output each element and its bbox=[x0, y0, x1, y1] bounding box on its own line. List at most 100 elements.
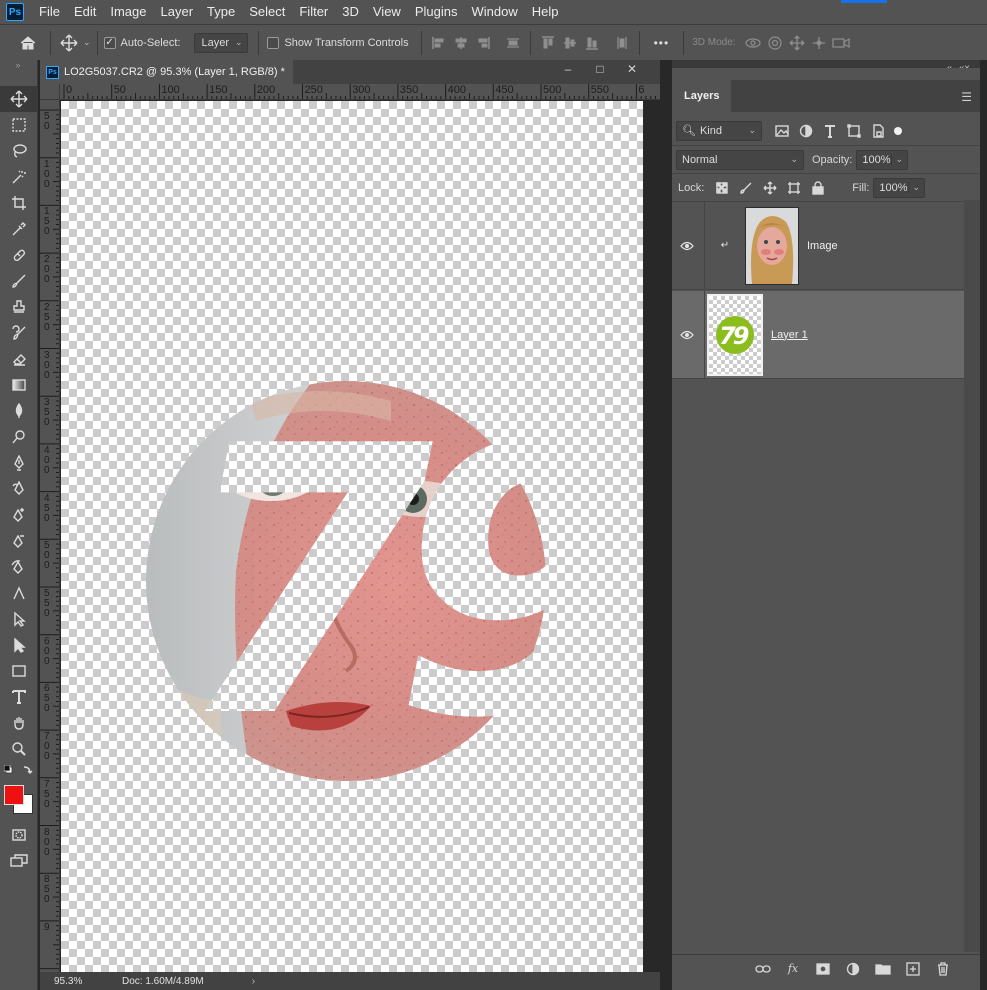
move-tool-preset-icon[interactable] bbox=[57, 31, 81, 55]
lock-position-icon[interactable] bbox=[758, 177, 782, 199]
quick-mask-icon[interactable] bbox=[0, 822, 38, 848]
align-right-icon[interactable] bbox=[472, 32, 494, 54]
delete-layer-icon[interactable] bbox=[932, 958, 954, 980]
auto-select-dropdown[interactable]: Layer ⌄ bbox=[194, 32, 249, 53]
layers-panel-scrollbar[interactable] bbox=[964, 200, 980, 952]
align-bottom-icon[interactable] bbox=[581, 32, 603, 54]
canvas-transparent[interactable]: 79 bbox=[61, 101, 643, 972]
align-middle-v-icon[interactable] bbox=[559, 32, 581, 54]
lock-artboard-icon[interactable] bbox=[782, 177, 806, 199]
more-options-button[interactable]: ••• bbox=[654, 36, 670, 50]
menu-3d[interactable]: 3D bbox=[335, 0, 366, 24]
rectangle-tool[interactable] bbox=[0, 658, 38, 684]
menu-edit[interactable]: Edit bbox=[67, 0, 103, 24]
gradient-tool[interactable] bbox=[0, 372, 38, 398]
eyedropper-tool[interactable] bbox=[0, 216, 38, 242]
filter-toggle[interactable] bbox=[894, 126, 902, 135]
convert-point-tool[interactable] bbox=[0, 580, 38, 606]
visibility-eye-icon[interactable] bbox=[672, 330, 702, 340]
layer-row-layer-1[interactable]: 79 Layer 1 bbox=[672, 290, 964, 379]
align-top-icon[interactable] bbox=[537, 32, 559, 54]
3d-slide-icon[interactable] bbox=[808, 32, 830, 54]
new-group-icon[interactable] bbox=[872, 958, 894, 980]
layer-thumbnail-image[interactable] bbox=[745, 206, 799, 285]
distribute-v-icon[interactable] bbox=[611, 32, 633, 54]
zoom-tool[interactable] bbox=[0, 736, 38, 762]
3d-pan-icon[interactable] bbox=[786, 32, 808, 54]
filter-smart-object-icon[interactable] bbox=[866, 120, 890, 142]
healing-brush-tool[interactable] bbox=[0, 242, 38, 268]
filter-type-icon[interactable] bbox=[818, 120, 842, 142]
eraser-tool[interactable] bbox=[0, 346, 38, 372]
layer-thumbnail-layer-1[interactable]: 79 bbox=[707, 293, 763, 376]
brush-tool[interactable] bbox=[0, 268, 38, 294]
curvature-pen-tool[interactable] bbox=[0, 554, 38, 580]
status-menu-arrow[interactable]: › bbox=[252, 976, 255, 987]
close-icon[interactable]: ✕ bbox=[616, 60, 648, 80]
document-size[interactable]: Doc: 1.60M/4.89M bbox=[122, 976, 204, 987]
visibility-eye-icon[interactable] bbox=[672, 241, 702, 251]
filter-adjustment-icon[interactable] bbox=[794, 120, 818, 142]
distribute-icon[interactable] bbox=[502, 32, 524, 54]
layer-name-image[interactable]: Image bbox=[807, 240, 838, 252]
menu-filter[interactable]: Filter bbox=[292, 0, 335, 24]
hand-tool[interactable] bbox=[0, 710, 38, 736]
foreground-color-swatch[interactable] bbox=[4, 785, 24, 805]
marquee-tool[interactable] bbox=[0, 112, 38, 138]
maximize-icon[interactable]: □ bbox=[584, 60, 616, 80]
type-tool[interactable] bbox=[0, 684, 38, 710]
3d-camera-icon[interactable] bbox=[830, 32, 852, 54]
zoom-level[interactable]: 95.3% bbox=[40, 976, 82, 987]
freeform-pen-tool[interactable] bbox=[0, 476, 38, 502]
3d-roll-icon[interactable] bbox=[764, 32, 786, 54]
magic-wand-tool[interactable] bbox=[0, 164, 38, 190]
vertical-ruler[interactable]: 5 0 1 0 0 1 5 0 2 0 0 2 5 0 3 0 0 3 5 0 4 0 0 4 … bbox=[40, 100, 60, 972]
menu-layer[interactable]: Layer bbox=[154, 0, 201, 24]
delete-anchor-tool[interactable] bbox=[0, 528, 38, 554]
filter-pixel-icon[interactable] bbox=[770, 120, 794, 142]
document-tab[interactable]: Ps LO2G5037.CR2 @ 95.3% (Layer 1, RGB/8)… bbox=[40, 60, 293, 84]
ruler-corner[interactable] bbox=[40, 84, 60, 100]
history-brush-tool[interactable] bbox=[0, 320, 38, 346]
menu-window[interactable]: Window bbox=[464, 0, 524, 24]
panel-menu-icon[interactable]: ☰ bbox=[961, 90, 972, 104]
menu-image[interactable]: Image bbox=[103, 0, 153, 24]
add-anchor-tool[interactable] bbox=[0, 502, 38, 528]
chevron-down-icon[interactable]: ⌄ bbox=[890, 154, 903, 165]
adjustment-layer-icon[interactable] bbox=[842, 958, 864, 980]
lock-pixels-icon[interactable] bbox=[734, 177, 758, 199]
layer-style-fx-icon[interactable]: fx bbox=[782, 958, 804, 980]
vertical-scrollbar[interactable] bbox=[645, 101, 660, 972]
crop-tool[interactable] bbox=[0, 190, 38, 216]
clone-stamp-tool[interactable] bbox=[0, 294, 38, 320]
3d-orbit-icon[interactable] bbox=[742, 32, 764, 54]
add-mask-icon[interactable] bbox=[812, 958, 834, 980]
fill-field[interactable]: 100% ⌄ bbox=[873, 177, 926, 198]
chevron-down-icon[interactable]: ⌄ bbox=[83, 37, 91, 48]
screen-mode-icon[interactable] bbox=[0, 848, 38, 874]
show-transform-checkbox[interactable] bbox=[267, 36, 280, 49]
toolbox-grip[interactable]: » bbox=[0, 60, 37, 70]
new-layer-icon[interactable] bbox=[902, 958, 924, 980]
layers-tab[interactable]: Layers bbox=[672, 80, 732, 112]
opacity-field[interactable]: 100% ⌄ bbox=[856, 149, 909, 170]
minimize-icon[interactable]: – bbox=[552, 60, 584, 80]
pen-tool[interactable] bbox=[0, 450, 38, 476]
lock-transparent-icon[interactable] bbox=[710, 177, 734, 199]
menu-view[interactable]: View bbox=[366, 0, 408, 24]
horizontal-ruler[interactable]: 0 50 100 150 200 250 300 350 400 450 500 550 6 bbox=[60, 84, 660, 100]
direct-selection-tool[interactable] bbox=[0, 632, 38, 658]
blend-mode-dropdown[interactable]: Normal ⌄ bbox=[676, 149, 804, 170]
default-colors-icon[interactable] bbox=[0, 762, 38, 782]
blur-tool[interactable] bbox=[0, 398, 38, 424]
filter-kind-dropdown[interactable]: 🔍︎ Kind ⌄ bbox=[676, 120, 762, 141]
lasso-tool[interactable] bbox=[0, 138, 38, 164]
layer-name-layer-1[interactable]: Layer 1 bbox=[771, 329, 808, 341]
menu-help[interactable]: Help bbox=[525, 0, 566, 24]
path-selection-tool[interactable] bbox=[0, 606, 38, 632]
auto-select-checkbox[interactable]: ✓ bbox=[103, 36, 116, 49]
menu-type[interactable]: Type bbox=[200, 0, 242, 24]
menu-plugins[interactable]: Plugins bbox=[408, 0, 465, 24]
move-tool[interactable] bbox=[0, 86, 38, 112]
filter-shape-icon[interactable] bbox=[842, 120, 866, 142]
